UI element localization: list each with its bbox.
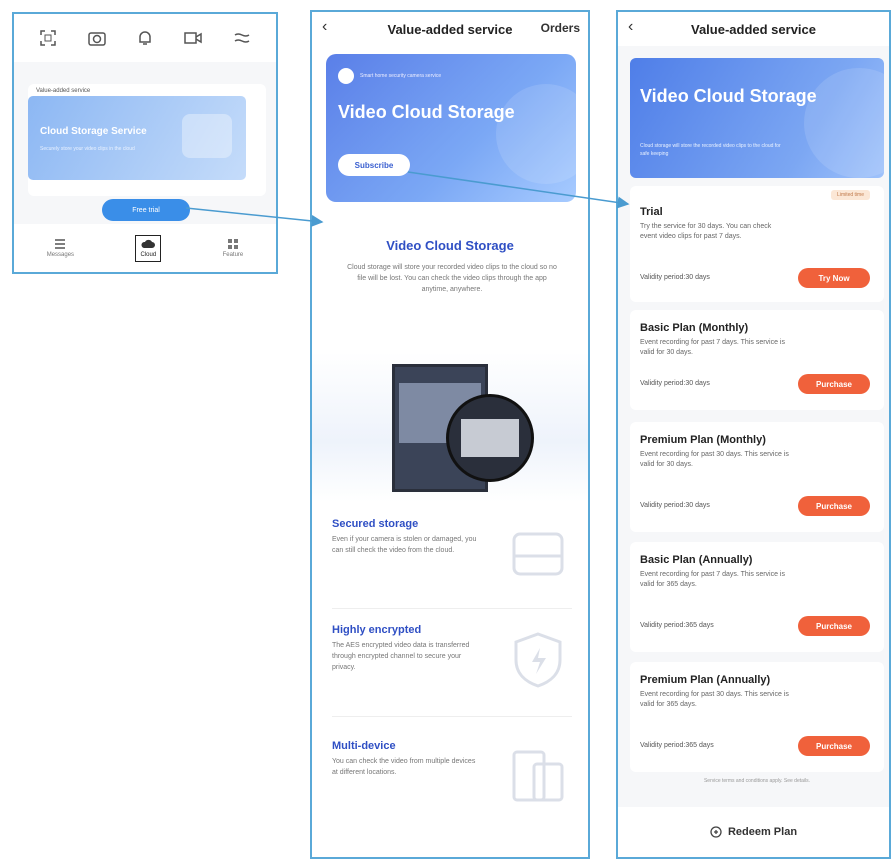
plan-name: Basic Plan (Annually) <box>640 554 753 566</box>
banner-title: Video Cloud Storage <box>338 102 515 122</box>
bell-icon[interactable] <box>134 27 156 49</box>
page-title: Value-added service <box>387 21 513 37</box>
feature-description: Even if your camera is stolen or damaged… <box>332 536 477 554</box>
feature-multi-device: Multi-device You can check the video fro… <box>332 740 572 820</box>
plan-description: Event recording for past 7 days. This se… <box>640 571 785 588</box>
camera-icon[interactable] <box>86 27 108 49</box>
plan-card-basic-monthly: Basic Plan (Monthly) Event recording for… <box>630 310 884 410</box>
device-toolbar <box>14 14 276 62</box>
purchase-button[interactable]: Purchase <box>798 374 870 394</box>
devices-icon <box>512 750 564 802</box>
feature-description: You can check the video from multiple de… <box>332 758 476 776</box>
plans-panel: ‹ Value-added service Video Cloud Storag… <box>616 10 891 859</box>
purchase-button[interactable]: Purchase <box>798 616 870 636</box>
banner-decoration <box>804 68 884 178</box>
cloud-storage-banner[interactable]: Cloud Storage Service Securely store you… <box>28 96 246 180</box>
brand: Smart home security camera service <box>338 68 510 84</box>
terms-note[interactable]: Service terms and conditions apply. See … <box>630 778 884 784</box>
video-cloud-banner: Video Cloud Storage Cloud storage will s… <box>630 58 884 178</box>
free-trial-button[interactable]: Free trial <box>102 199 190 221</box>
nav-item-messages[interactable]: Messages <box>43 236 78 261</box>
more-icon[interactable] <box>231 27 253 49</box>
plan-card-premium-monthly: Premium Plan (Monthly) Event recording f… <box>630 422 884 532</box>
banner-subtitle: Cloud storage will store the recorded vi… <box>640 143 781 157</box>
camera-illustration <box>312 352 588 502</box>
purchase-button[interactable]: Purchase <box>798 736 870 756</box>
purchase-button[interactable]: Purchase <box>798 496 870 516</box>
top-bar: ‹ Value-added service <box>618 12 889 46</box>
bottom-nav: Messages Cloud Feature <box>14 224 276 272</box>
list-icon <box>55 238 66 249</box>
plan-name: Premium Plan (Monthly) <box>640 434 766 446</box>
plan-description: Event recording for past 7 days. This se… <box>640 339 785 356</box>
page-title: Value-added service <box>690 21 816 37</box>
feature-secured-storage: Secured storage Even if your camera is s… <box>332 518 572 598</box>
redeem-plan-button[interactable]: Redeem Plan <box>618 807 889 857</box>
redeem-icon <box>710 826 722 838</box>
magnifier-illustration <box>446 394 534 482</box>
plan-description: Event recording for past 30 days. This s… <box>640 691 789 708</box>
cloud-icon <box>141 239 156 248</box>
plan-name: Trial <box>640 206 663 218</box>
divider <box>332 716 572 717</box>
banner-title: Video Cloud Storage <box>640 86 817 106</box>
video-icon[interactable] <box>182 27 204 49</box>
plan-validity: Validity period:30 days <box>640 274 710 281</box>
banner-decoration <box>496 84 576 184</box>
plan-validity: Validity period:365 days <box>640 622 714 629</box>
storage-icon <box>512 532 564 576</box>
section-title: Video Cloud Storage <box>386 238 514 253</box>
nav-label: Cloud <box>140 251 157 258</box>
feature-description: The AES encrypted video data is transfer… <box>332 642 470 671</box>
banner-subtitle: Securely store your video clips in the c… <box>40 146 135 152</box>
plan-card-trial: Limited time Trial Try the service for 3… <box>630 186 884 302</box>
brand-logo-icon <box>338 68 354 84</box>
shield-icon <box>514 632 562 688</box>
nav-label: Feature <box>222 251 244 258</box>
card-header: Value-added service <box>36 88 91 94</box>
brand-text: Smart home security camera service <box>360 72 442 79</box>
plan-name: Basic Plan (Monthly) <box>640 322 749 334</box>
orders-button[interactable]: Orders <box>541 21 580 35</box>
subscribe-button[interactable]: Subscribe <box>338 154 410 176</box>
video-cloud-banner: Smart home security camera service Video… <box>326 54 576 202</box>
section-description: Cloud storage will store your recorded v… <box>347 264 557 293</box>
redeem-label: Redeem Plan <box>727 826 798 838</box>
plan-description: Event recording for past 30 days. This s… <box>640 451 789 468</box>
plan-card-basic-annually: Basic Plan (Annually) Event recording fo… <box>630 542 884 652</box>
plan-card-premium-annually: Premium Plan (Annually) Event recording … <box>630 662 884 772</box>
plan-validity: Validity period:30 days <box>640 502 710 509</box>
feature-highly-encrypted: Highly encrypted The AES encrypted video… <box>332 624 572 704</box>
nav-label: Messages <box>46 251 75 258</box>
plan-name: Premium Plan (Annually) <box>640 674 771 686</box>
top-bar: ‹ Value-added service Orders <box>312 12 588 46</box>
grid-icon <box>227 238 238 249</box>
plan-validity: Validity period:365 days <box>640 742 714 749</box>
back-icon[interactable]: ‹ <box>322 18 327 36</box>
nav-item-cloud[interactable]: Cloud <box>135 234 162 262</box>
home-screen-panel: Value-added service Cloud Storage Servic… <box>12 12 278 274</box>
plan-tag: Limited time <box>831 190 870 200</box>
plan-description: Try the service for 30 days. You can che… <box>640 223 772 240</box>
back-icon[interactable]: ‹ <box>628 18 633 36</box>
scan-icon[interactable] <box>37 27 59 49</box>
try-now-button[interactable]: Try Now <box>798 268 870 288</box>
service-intro-panel: ‹ Value-added service Orders Smart home … <box>310 10 590 859</box>
plan-validity: Validity period:30 days <box>640 380 710 387</box>
banner-title: Cloud Storage Service <box>40 126 147 137</box>
device-illustration <box>182 114 232 158</box>
nav-item-feature[interactable]: Feature <box>219 236 248 261</box>
divider <box>332 608 572 609</box>
